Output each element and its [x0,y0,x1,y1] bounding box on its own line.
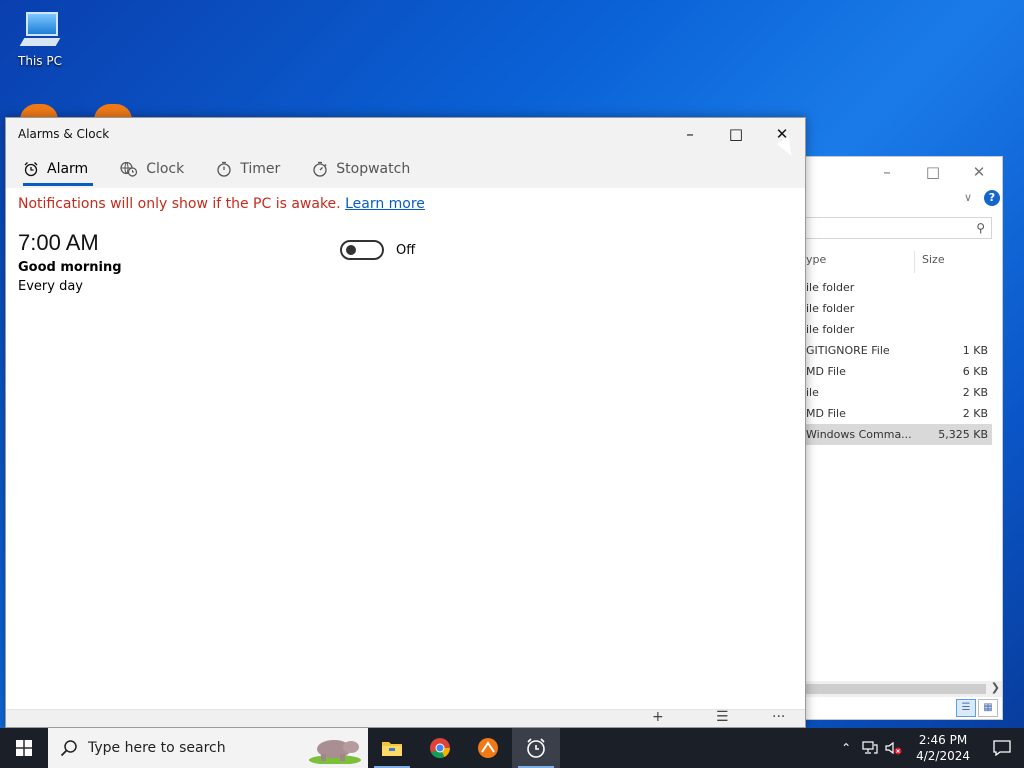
title-bar[interactable]: Alarms & Clock – □ ✕ [6,118,805,150]
file-row-selected[interactable]: Windows Comma... 5,325 KB [806,424,992,445]
file-row[interactable]: ile folder [806,277,992,298]
volume-muted-icon[interactable] [882,728,906,768]
chevron-down-icon[interactable]: ∨ [964,191,972,204]
alarm-repeat: Every day [18,279,83,294]
close-icon[interactable]: ✕ [956,157,1002,187]
file-row[interactable]: GITIGNORE File 1 KB [806,340,992,361]
search-icon [60,739,78,757]
stopwatch-icon [312,161,328,177]
search-icon: ⚲ [976,221,985,235]
computer-icon [18,10,62,50]
action-center-icon[interactable] [980,728,1024,768]
file-row[interactable]: ile folder [806,298,992,319]
alarm-name: Good morning [18,260,122,275]
folder-icon [382,742,402,756]
column-size[interactable]: Size [922,253,945,266]
minimize-icon[interactable]: – [864,157,910,187]
alarm-list-item[interactable]: 7:00 AM Good morning Every day Off [18,230,793,300]
taskbar: Type here to search ⌃ 2:46 PM 4/2/2024 [0,728,1024,768]
network-icon[interactable] [858,728,882,768]
tab-timer[interactable]: Timer [211,150,285,188]
alarms-clock-window[interactable]: Alarms & Clock – □ ✕ Alarm Clock Timer S… [5,117,806,728]
details-view-icon[interactable]: ☰ [956,699,976,717]
minimize-icon[interactable]: – [667,118,713,150]
maximize-icon[interactable]: □ [713,118,759,150]
alarm-toggle-switch[interactable] [340,240,384,260]
desktop-icon-this-pc[interactable]: This PC [12,10,68,68]
toggle-state-label: Off [396,242,416,258]
learn-more-link[interactable]: Learn more [345,196,425,212]
tab-bar: Alarm Clock Timer Stopwatch [6,150,805,188]
timer-icon [216,161,232,177]
orange-app-icon [478,738,498,758]
file-row[interactable]: ile folder [806,319,992,340]
file-row[interactable]: MD File 2 KB [806,403,992,424]
chevron-up-icon[interactable]: ⌃ [834,728,858,768]
large-icons-view-icon[interactable]: ▦ [978,699,998,717]
taskbar-alarms-clock[interactable] [512,728,560,768]
chevron-right-icon[interactable]: ❯ [991,681,1000,694]
windows-logo-icon [16,740,32,756]
command-bar: + ☰ ··· [6,709,805,727]
add-alarm-icon[interactable]: + [652,710,664,724]
explorer-search-input[interactable]: ⚲ [806,217,992,239]
taskbar-chrome[interactable] [416,728,464,768]
taskbar-vlc-app[interactable] [464,728,512,768]
notification-warning: Notifications will only show if the PC i… [18,196,793,212]
alarm-icon [23,161,39,177]
help-icon[interactable]: ? [984,190,1000,206]
desktop-icon-label: This PC [18,54,62,68]
file-explorer-window[interactable]: – □ ✕ ∨ ? ⚲ ype Size ile folder ile fold… [805,156,1003,720]
horizontal-scrollbar[interactable]: ❯ [806,681,1002,697]
window-title: Alarms & Clock [18,127,110,141]
start-button[interactable] [0,728,48,768]
search-placeholder: Type here to search [88,740,226,756]
column-header: ype Size [806,251,1002,273]
system-clock[interactable]: 2:46 PM 4/2/2024 [906,732,980,764]
more-options-icon[interactable]: ··· [772,710,785,724]
clock-time: 2:46 PM [918,733,968,747]
file-row[interactable]: ile 2 KB [806,382,992,403]
tab-alarm[interactable]: Alarm [18,150,94,188]
alarm-clock-icon [527,738,545,758]
chrome-icon [430,738,451,759]
notice-text: Notifications will only show if the PC i… [18,196,341,212]
file-row[interactable]: MD File 6 KB [806,361,992,382]
globe-clock-icon [120,161,138,177]
column-type[interactable]: ype [806,253,826,266]
taskbar-file-explorer[interactable] [368,728,416,768]
tab-stopwatch[interactable]: Stopwatch [307,150,415,188]
select-alarms-icon[interactable]: ☰ [716,710,729,724]
clock-date: 4/2/2024 [916,749,970,763]
hippo-illustration-icon [309,740,361,764]
taskbar-search-input[interactable]: Type here to search [48,728,368,768]
maximize-icon[interactable]: □ [910,157,956,187]
tab-clock[interactable]: Clock [115,150,189,188]
